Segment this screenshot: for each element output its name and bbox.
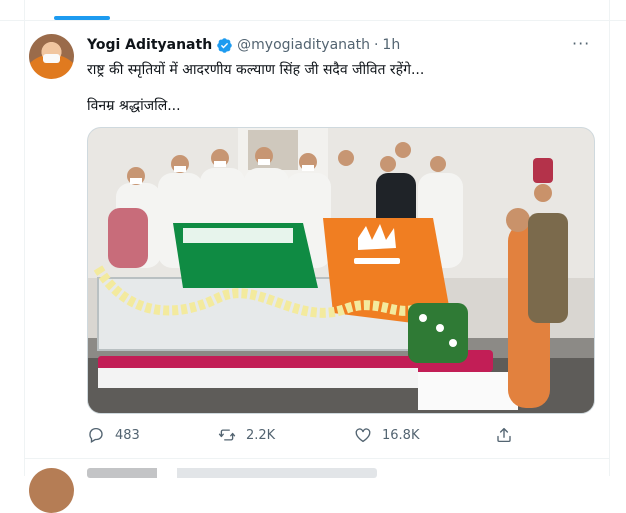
timeline-tab-strip — [0, 0, 626, 21]
tweet-photo-illustration — [88, 128, 594, 413]
author-handle[interactable]: @myogiadityanath — [237, 37, 370, 53]
like-button[interactable]: 16.8K — [354, 425, 419, 445]
author-name[interactable]: Yogi Adityanath — [87, 37, 212, 53]
column-border-left — [24, 0, 25, 476]
tweet-photo[interactable] — [87, 127, 595, 414]
next-tweet-avatar[interactable] — [29, 468, 74, 513]
reply-button[interactable]: 483 — [87, 425, 140, 445]
share-icon — [497, 427, 511, 443]
more-horizontal-icon[interactable]: ··· — [572, 36, 594, 52]
active-tab-indicator — [54, 16, 110, 20]
like-icon — [355, 428, 371, 443]
tweet-text-line-2: विनम्र श्रद्धांजलि... — [87, 98, 181, 114]
tweet-actions: 483 2.2K 16.8K — [87, 425, 597, 445]
avatar-mask-detail — [43, 54, 60, 63]
reply-icon — [89, 427, 103, 443]
retweet-count: 2.2K — [246, 427, 276, 443]
share-button[interactable] — [495, 425, 513, 445]
next-tweet-header-peek — [87, 468, 377, 478]
retweet-button[interactable]: 2.2K — [218, 425, 275, 445]
retweet-icon — [218, 429, 236, 441]
verified-badge-icon — [217, 37, 232, 53]
column-border-right — [609, 0, 610, 476]
header-separator: · — [373, 37, 379, 53]
tweet-timestamp[interactable]: 1h — [382, 37, 400, 53]
tweet-divider — [25, 458, 609, 459]
like-count: 16.8K — [382, 427, 420, 443]
reply-count: 483 — [115, 427, 140, 443]
tweet-header: Yogi Adityanath @myogiadityanath · 1h — [87, 36, 400, 54]
tweet-text-line-1: राष्ट्र की स्मृतियों में आदरणीय कल्याण स… — [87, 62, 425, 78]
author-avatar[interactable] — [29, 34, 74, 79]
